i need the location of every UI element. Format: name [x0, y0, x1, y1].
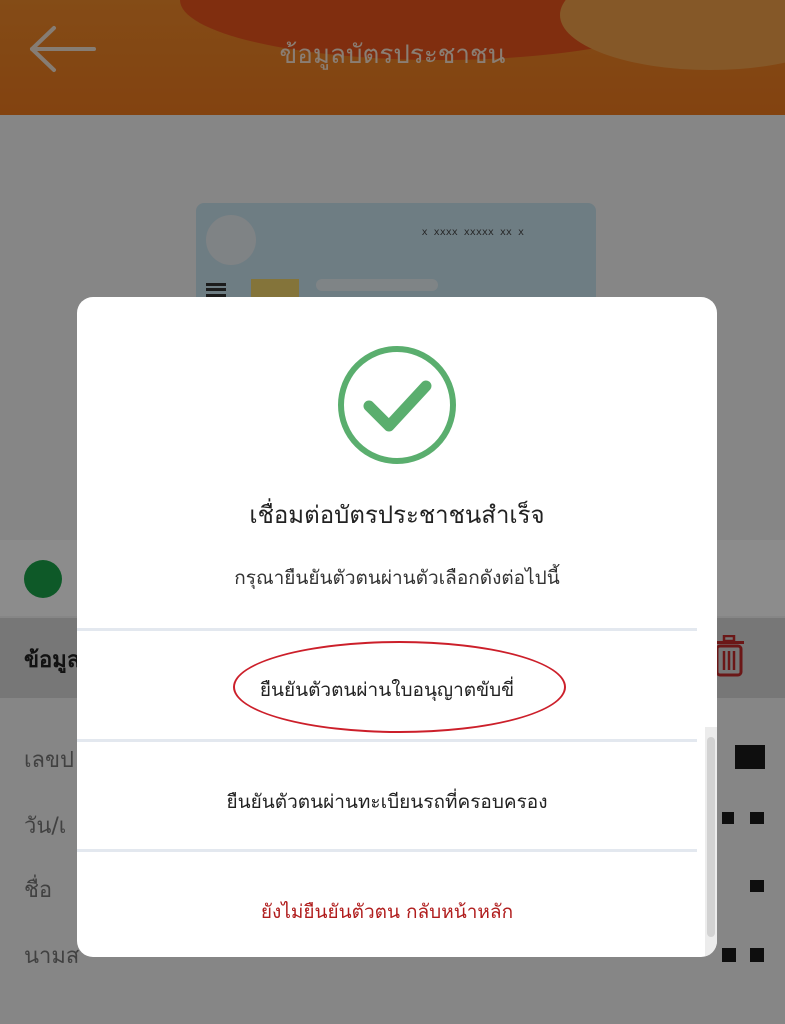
- dialog-title: เชื่อมต่อบัตรประชาชนสำเร็จ: [249, 501, 545, 529]
- divider: [77, 739, 697, 742]
- option-vehicle-registration[interactable]: ยืนยันตัวตนผ่านทะเบียนรถที่ครอบครอง: [77, 787, 697, 817]
- verification-dialog: เชื่อมต่อบัตรประชาชนสำเร็จ กรุณายืนยันตั…: [77, 297, 717, 957]
- check-circle-icon: [338, 346, 456, 464]
- dialog-subtitle: กรุณายืนยันตัวตนผ่านตัวเลือกดังต่อไปนี้: [234, 567, 560, 589]
- divider: [77, 628, 697, 631]
- highlight-annotation: [233, 641, 566, 733]
- cancel-back-home-button[interactable]: ยังไม่ยืนยันตัวตน กลับหน้าหลัก: [77, 897, 697, 927]
- scrollbar[interactable]: [705, 727, 717, 957]
- divider: [77, 849, 697, 852]
- scroll-thumb[interactable]: [707, 737, 715, 937]
